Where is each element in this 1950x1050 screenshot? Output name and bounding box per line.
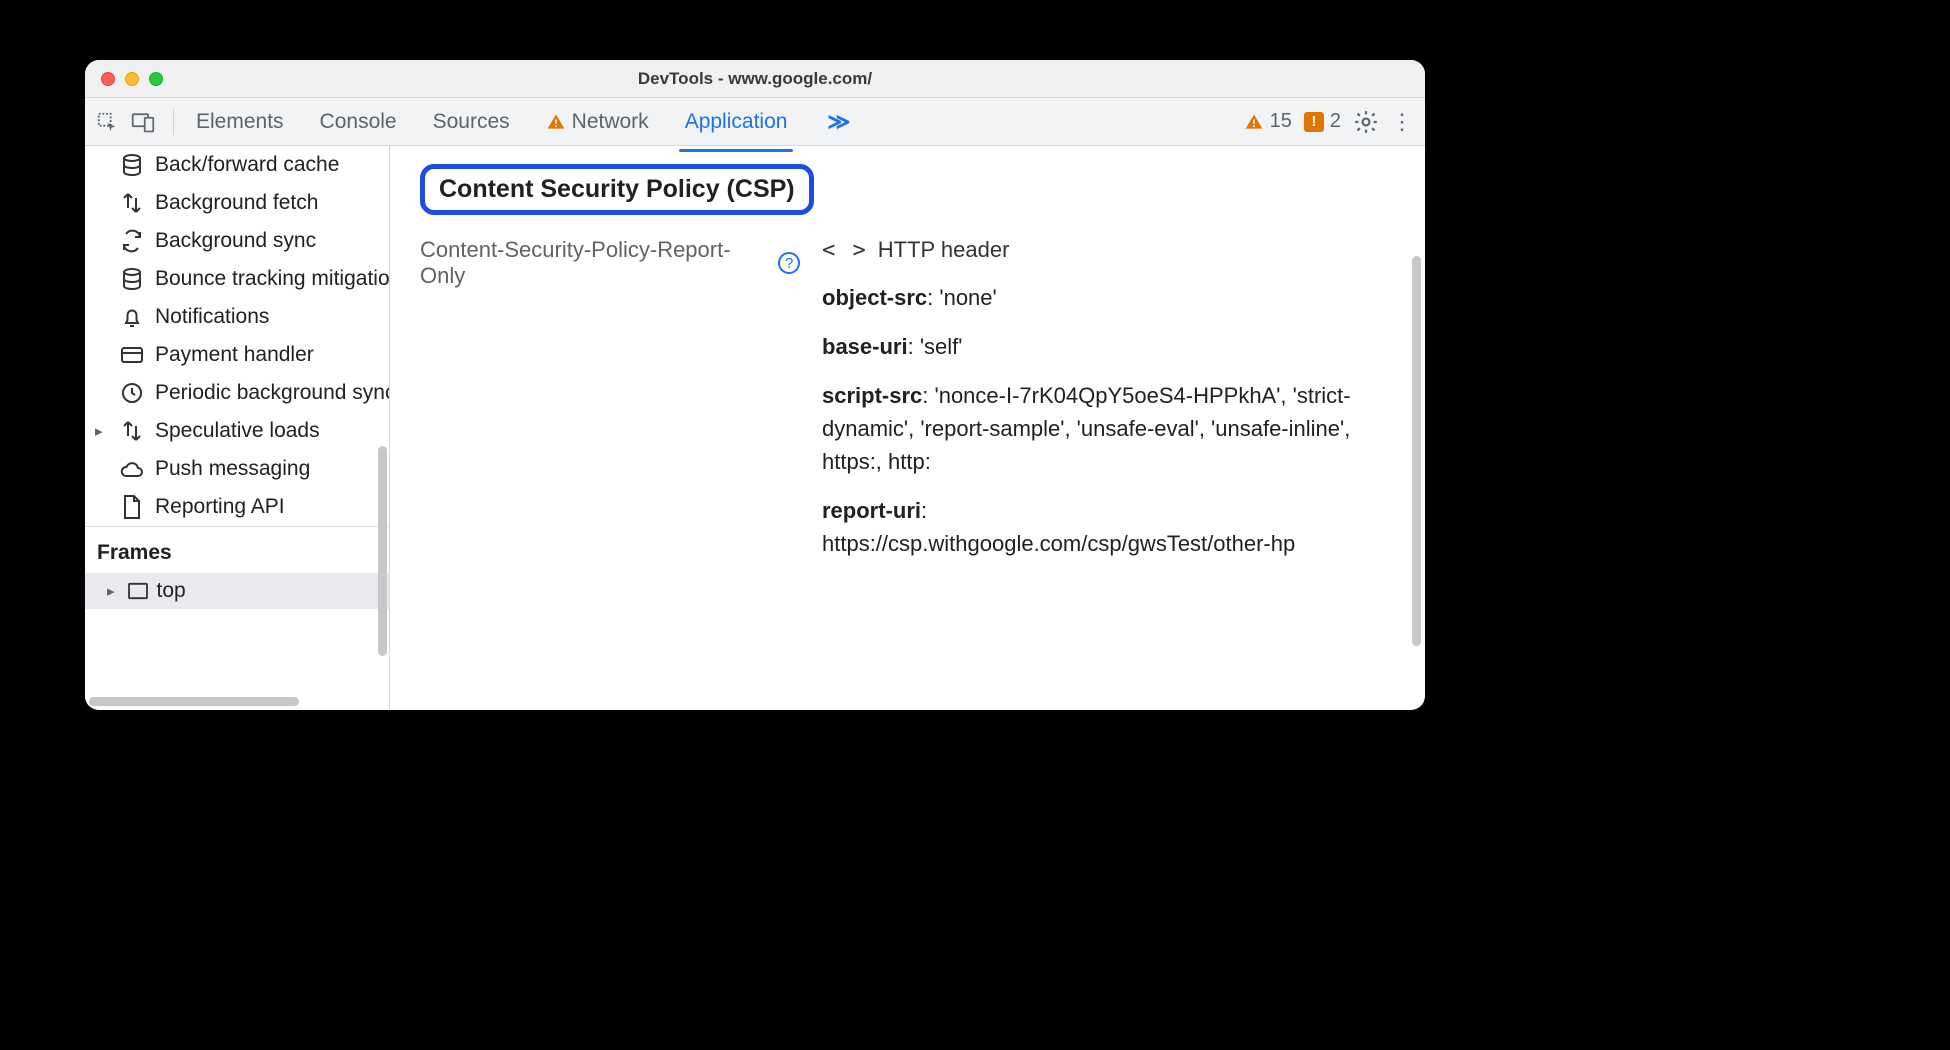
frame-top-row[interactable]: top bbox=[85, 573, 389, 609]
csp-directive-script-src: script-src: 'nonce-I-7rK04QpY5oeS4-HPPkh… bbox=[822, 379, 1362, 478]
sidebar-item-label: Bounce tracking mitigation bbox=[155, 267, 389, 291]
csp-directive-value: https://csp.withgoogle.com/csp/gwsTest/o… bbox=[822, 531, 1295, 556]
tab-label: Elements bbox=[196, 110, 284, 134]
sidebar-vertical-scrollbar[interactable] bbox=[378, 446, 387, 656]
csp-directive-object-src: object-src: 'none' bbox=[822, 281, 1362, 314]
file-icon bbox=[119, 494, 145, 520]
inspect-element-icon[interactable] bbox=[95, 110, 119, 134]
kebab-menu-icon[interactable]: ⋮ bbox=[1391, 109, 1415, 135]
tab-label: Application bbox=[685, 110, 788, 134]
sidebar-item-label: Reporting API bbox=[155, 495, 285, 519]
sidebar-item-label: Periodic background sync bbox=[155, 381, 389, 405]
csp-policy-label: Content-Security-Policy-Report-Only ? bbox=[420, 237, 800, 289]
database-icon bbox=[119, 152, 145, 178]
devtools-toolbar: Elements Console Sources Network Applica… bbox=[85, 98, 1425, 146]
sidebar-item-periodic-background-sync[interactable]: Periodic background sync bbox=[85, 374, 389, 412]
updown-icon bbox=[119, 190, 145, 216]
csp-directive-value: 'self' bbox=[920, 334, 963, 359]
tab-label: Console bbox=[320, 110, 397, 134]
minimize-window-button[interactable] bbox=[125, 72, 139, 86]
background-services-group: Back/forward cache Background fetch Backgr… bbox=[85, 146, 389, 526]
sidebar-item-notifications[interactable]: Notifications bbox=[85, 298, 389, 336]
warning-triangle-icon bbox=[1244, 112, 1264, 132]
window-controls bbox=[101, 72, 163, 86]
tab-label: Sources bbox=[433, 110, 510, 134]
csp-directive-value: 'none' bbox=[939, 285, 996, 310]
sidebar-item-speculative-loads[interactable]: Speculative loads bbox=[85, 412, 389, 450]
csp-directive-report-uri: report-uri: https://csp.withgoogle.com/c… bbox=[822, 494, 1362, 560]
csp-directive-name: base-uri bbox=[822, 334, 908, 359]
csp-policy-body: < > HTTP header object-src: 'none' base-u… bbox=[822, 237, 1399, 576]
csp-source-line: < > HTTP header bbox=[822, 237, 1399, 263]
sidebar-item-bounce-tracking-mitigation[interactable]: Bounce tracking mitigation bbox=[85, 260, 389, 298]
close-window-button[interactable] bbox=[101, 72, 115, 86]
panel-tabs: Elements Console Sources Network Applica… bbox=[192, 102, 850, 142]
tab-console[interactable]: Console bbox=[316, 102, 401, 142]
card-icon bbox=[119, 342, 145, 368]
csp-directive-name: object-src bbox=[822, 285, 927, 310]
sidebar-item-background-sync[interactable]: Background sync bbox=[85, 222, 389, 260]
sidebar-item-label: Background sync bbox=[155, 229, 316, 253]
main-vertical-scrollbar[interactable] bbox=[1412, 256, 1421, 646]
panel-body: Back/forward cache Background fetch Backgr… bbox=[85, 146, 1425, 710]
database-icon bbox=[119, 266, 145, 292]
device-toolbar-icon[interactable] bbox=[131, 110, 155, 134]
warnings-counter[interactable]: 15 bbox=[1244, 110, 1292, 133]
sidebar-item-label: Speculative loads bbox=[155, 419, 320, 443]
devtools-window: DevTools - www.google.com/ Elements Cons… bbox=[85, 60, 1425, 710]
issues-count: 2 bbox=[1330, 110, 1341, 133]
window-title: DevTools - www.google.com/ bbox=[85, 69, 1425, 89]
csp-policy-row: Content-Security-Policy-Report-Only ? < … bbox=[420, 237, 1399, 576]
zoom-window-button[interactable] bbox=[149, 72, 163, 86]
sidebar-item-payment-handler[interactable]: Payment handler bbox=[85, 336, 389, 374]
updown-icon bbox=[119, 418, 145, 444]
application-sidebar: Back/forward cache Background fetch Backgr… bbox=[85, 146, 390, 710]
tab-label: Network bbox=[572, 110, 649, 134]
tab-network[interactable]: Network bbox=[542, 102, 653, 142]
issue-badge-icon: ! bbox=[1304, 112, 1324, 132]
sidebar-item-reporting-api[interactable]: Reporting API bbox=[85, 488, 389, 526]
toolbar-divider bbox=[173, 109, 174, 135]
sidebar-item-label: Background fetch bbox=[155, 191, 318, 215]
cloud-icon bbox=[119, 456, 145, 482]
frame-icon bbox=[127, 582, 149, 600]
csp-directive-name: script-src bbox=[822, 383, 922, 408]
tab-sources[interactable]: Sources bbox=[429, 102, 514, 142]
issues-counter[interactable]: ! 2 bbox=[1304, 110, 1341, 133]
tab-application[interactable]: Application bbox=[681, 102, 792, 142]
frames-section-header: Frames bbox=[85, 526, 389, 573]
titlebar: DevTools - www.google.com/ bbox=[85, 60, 1425, 98]
csp-policy-name: Content-Security-Policy-Report-Only bbox=[420, 237, 770, 289]
sidebar-item-back-forward-cache[interactable]: Back/forward cache bbox=[85, 146, 389, 184]
bell-icon bbox=[119, 304, 145, 330]
sidebar-item-background-fetch[interactable]: Background fetch bbox=[85, 184, 389, 222]
csp-directive-name: report-uri bbox=[822, 498, 921, 523]
frame-top-label: top bbox=[157, 579, 186, 603]
sidebar-horizontal-scrollbar[interactable] bbox=[89, 697, 299, 706]
sidebar-item-label: Notifications bbox=[155, 305, 269, 329]
sync-icon bbox=[119, 228, 145, 254]
warnings-count: 15 bbox=[1270, 110, 1292, 133]
sidebar-item-label: Back/forward cache bbox=[155, 153, 339, 177]
csp-heading: Content Security Policy (CSP) bbox=[420, 164, 814, 215]
more-tabs-button[interactable]: ≫ bbox=[827, 109, 850, 135]
frame-details-main: Content Security Policy (CSP) Content-Se… bbox=[390, 146, 1425, 710]
settings-gear-icon[interactable] bbox=[1353, 109, 1379, 135]
angle-brackets-icon: < > bbox=[822, 238, 868, 263]
csp-directive-base-uri: base-uri: 'self' bbox=[822, 330, 1362, 363]
warning-triangle-icon bbox=[546, 112, 566, 132]
sidebar-item-label: Push messaging bbox=[155, 457, 310, 481]
clock-icon bbox=[119, 380, 145, 406]
tab-elements[interactable]: Elements bbox=[192, 102, 288, 142]
sidebar-item-push-messaging[interactable]: Push messaging bbox=[85, 450, 389, 488]
sidebar-item-label: Payment handler bbox=[155, 343, 314, 367]
help-icon[interactable]: ? bbox=[778, 252, 800, 274]
csp-source-label: HTTP header bbox=[878, 237, 1010, 263]
